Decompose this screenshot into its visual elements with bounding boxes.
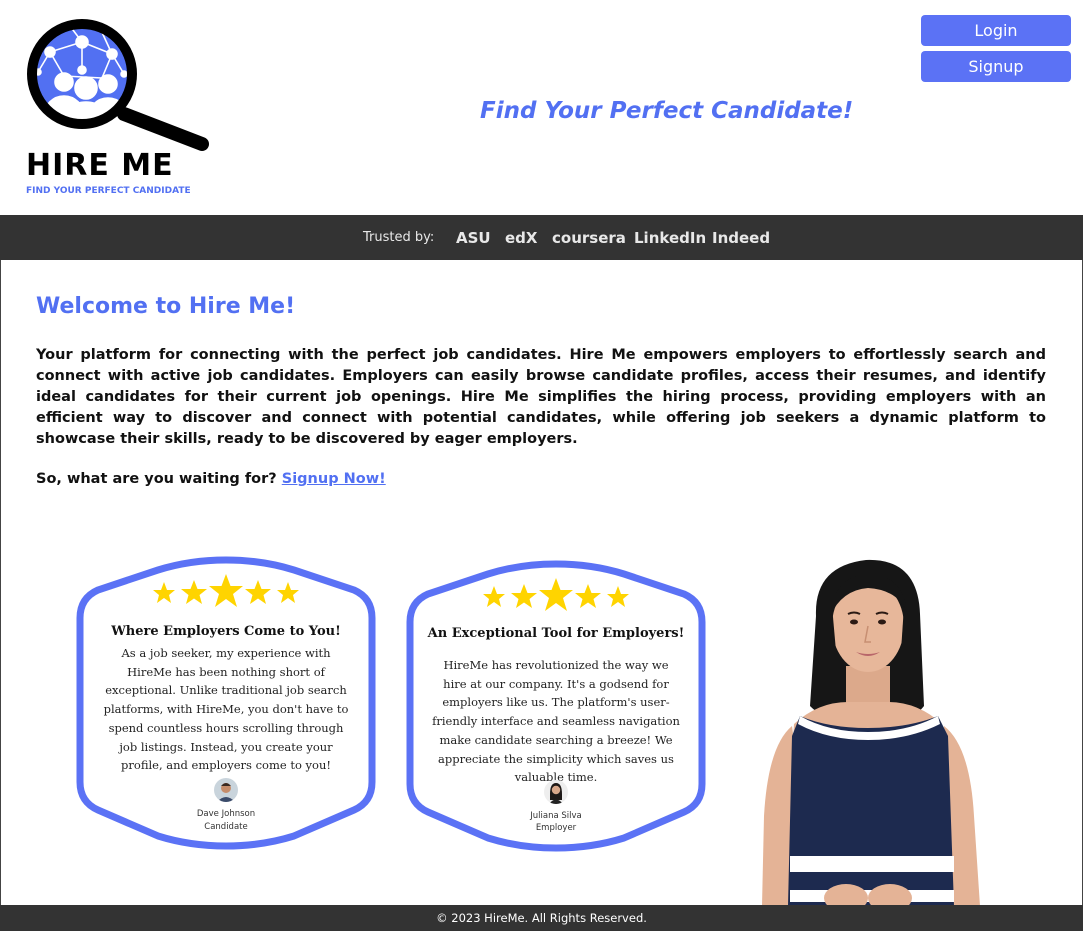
copyright-text: © 2023 HireMe. All Rights Reserved.	[436, 911, 647, 925]
review-body: HireMe has revolutionized the way we hir…	[432, 658, 680, 785]
partner-asu: ASU	[456, 229, 491, 247]
review-card: Where Employers Come to You! As a job se…	[76, 556, 376, 850]
avatar	[544, 780, 568, 804]
signup-cta: So, what are you waiting for? Signup Now…	[36, 471, 386, 487]
review-title: An Exceptional Tool for Employers!	[427, 626, 685, 641]
logo-subtitle: FIND YOUR PERFECT CANDIDATE	[26, 186, 191, 196]
review-card: An Exceptional Tool for Employers! HireM…	[406, 560, 706, 852]
signup-now-link[interactable]: Signup Now!	[282, 471, 386, 487]
reviewer-role: Candidate	[204, 822, 248, 832]
reviewer-name: Juliana Silva	[530, 811, 582, 821]
partner-coursera: coursera	[552, 229, 626, 247]
signup-button[interactable]: Signup	[921, 51, 1071, 82]
reviewer-name: Dave Johnson	[196, 809, 256, 819]
logo-title: HIRE ME	[26, 148, 174, 183]
logo[interactable]: HIRE ME FIND YOUR PERFECT CANDIDATE	[20, 12, 215, 202]
partner-edx: edX	[505, 229, 538, 247]
trusted-by-bar: Trusted by: ASU edX coursera LinkedIn In…	[0, 215, 1083, 260]
five-star-rating-icon	[483, 578, 629, 611]
reviewer-role: Employer	[535, 823, 577, 833]
magnifier-network-icon	[27, 19, 209, 151]
review-title: Where Employers Come to You!	[111, 624, 341, 639]
intro-paragraph: Your platform for connecting with the pe…	[36, 347, 1046, 447]
trusted-by-label: Trusted by:	[363, 230, 435, 245]
five-star-rating-icon	[153, 574, 299, 607]
header-tagline: Find Your Perfect Candidate!	[480, 98, 854, 124]
partner-indeed: Indeed	[712, 229, 771, 247]
login-button[interactable]: Login	[921, 15, 1071, 46]
site-header: HIRE ME FIND YOUR PERFECT CANDIDATE Find…	[0, 0, 1083, 215]
welcome-heading: Welcome to Hire Me!	[36, 294, 296, 319]
partner-linkedin: LinkedIn	[634, 229, 707, 247]
avatar	[214, 778, 238, 802]
spokesperson-photo	[762, 559, 980, 906]
review-body: As a job seeker, my experience with Hire…	[103, 646, 349, 773]
site-footer: © 2023 HireMe. All Rights Reserved.	[0, 905, 1083, 931]
cta-text: So, what are you waiting for?	[36, 471, 277, 487]
